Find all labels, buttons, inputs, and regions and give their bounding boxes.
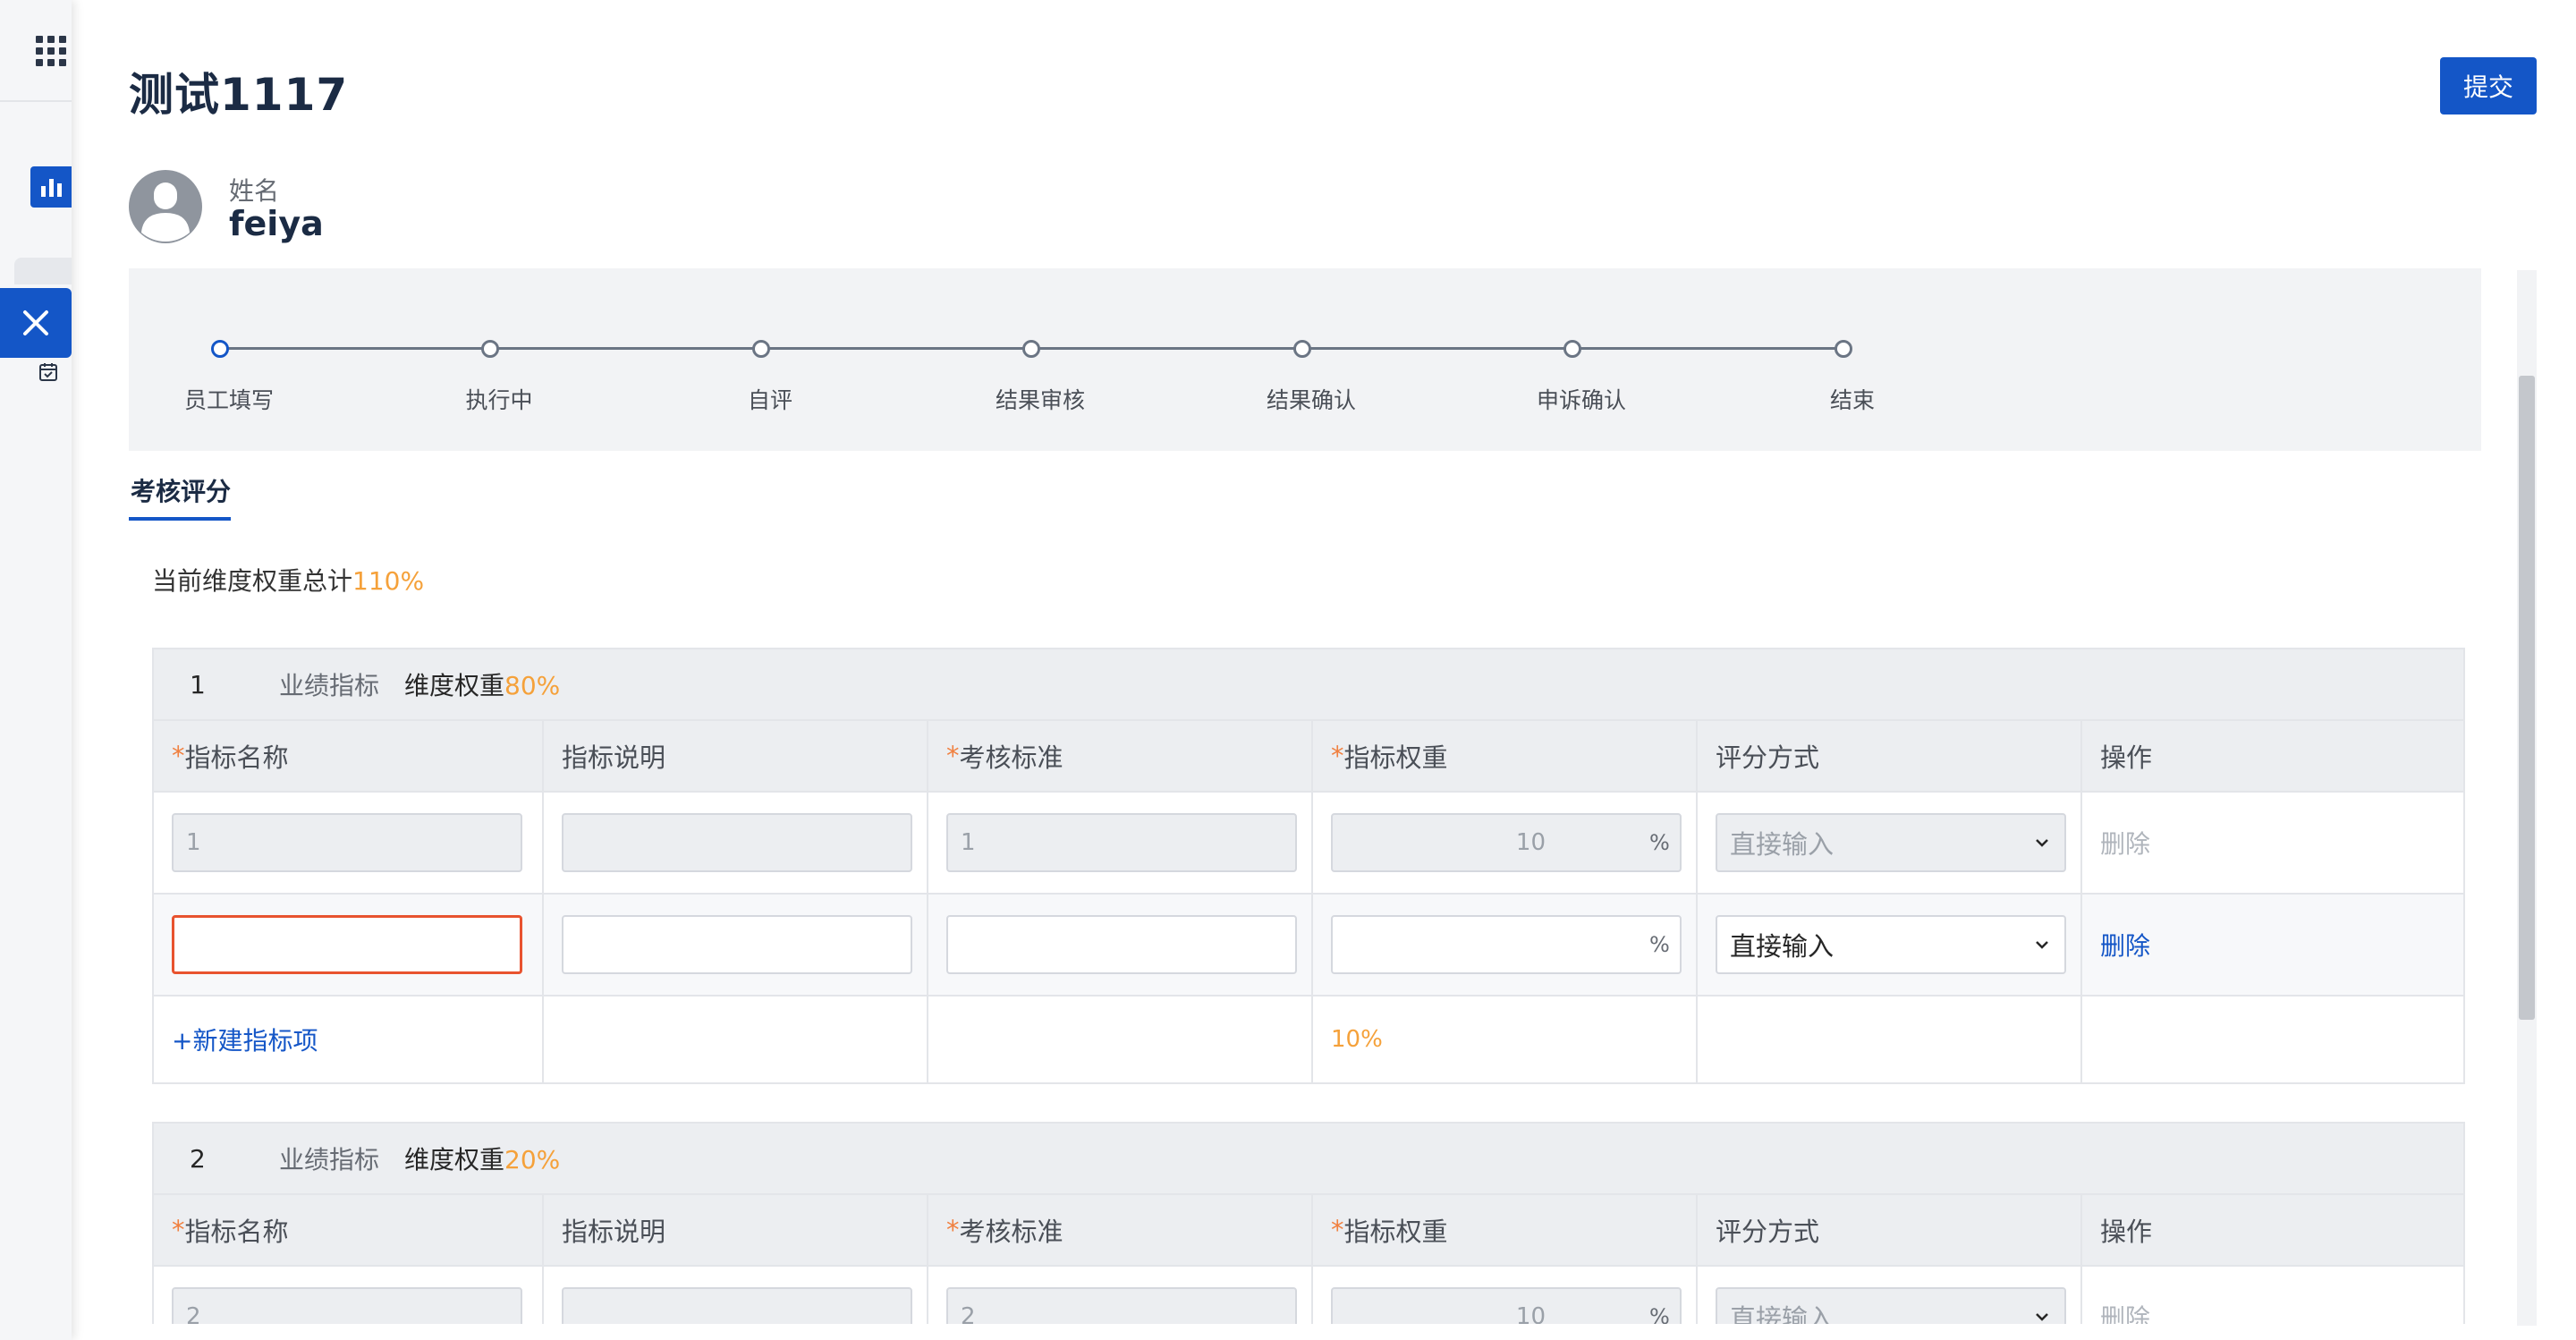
dimension-weight-value: 20% xyxy=(504,1145,561,1175)
scrollbar-thumb[interactable] xyxy=(2519,376,2535,1020)
table-row: 1 1 10% 直接输入 删除 xyxy=(154,793,2463,895)
col-header-weight-label: 指标权重 xyxy=(1343,1217,1448,1247)
delete-link[interactable]: 删除 xyxy=(2100,927,2150,963)
rail-divider xyxy=(0,100,72,102)
standard-input[interactable]: 1 xyxy=(946,813,1297,872)
step-label-2: 执行中 xyxy=(465,387,533,413)
dimension-weight-label: 维度权重 xyxy=(404,671,505,700)
calendar-check-icon[interactable] xyxy=(38,361,59,383)
required-mark: * xyxy=(172,1215,185,1245)
chevron-down-icon xyxy=(2036,941,2048,949)
column-header-row: * 指标名称 指标说明 * 考核标准 * 指标权重 评分方式 操作 xyxy=(154,1195,2463,1267)
weight-sum: 10% xyxy=(1331,1026,1383,1053)
close-icon xyxy=(23,310,48,335)
dimension-header: 2 业绩指标 维度权重20% xyxy=(154,1124,2463,1195)
scoring-select-value: 直接输入 xyxy=(1730,931,1835,962)
table-footer-row: +新建指标项 10% xyxy=(154,997,2463,1082)
step-dot-6 xyxy=(1563,340,1581,358)
viewport-bottom-edge xyxy=(129,1324,2517,1340)
dimension-type: 业绩指标 xyxy=(279,1145,380,1175)
col-header-action: 操作 xyxy=(2100,1217,2153,1247)
tab-assessment-score[interactable]: 考核评分 xyxy=(131,472,231,508)
page-title: 测试1117 xyxy=(129,69,349,121)
dimension-table-2: 2 业绩指标 维度权重20% * 指标名称 指标说明 * 考核标准 * 指标权重 评分… xyxy=(152,1122,2465,1340)
step-label-3: 自评 xyxy=(747,387,792,413)
indicator-desc-input[interactable] xyxy=(562,813,912,872)
weight-input[interactable] xyxy=(1331,915,1682,974)
chevron-down-icon xyxy=(2036,839,2048,847)
step-dot-5 xyxy=(1293,340,1311,358)
progress-steps xyxy=(129,268,2481,451)
bar-chart-icon[interactable] xyxy=(30,166,72,208)
indicator-desc-input[interactable] xyxy=(562,915,912,974)
step-dot-3 xyxy=(752,340,770,358)
dimension-weight: 维度权重80% xyxy=(404,666,560,702)
required-mark: * xyxy=(172,741,185,771)
col-header-weight: * 指标权重 xyxy=(1313,721,1698,791)
step-label-6: 申诉确认 xyxy=(1536,387,1626,413)
step-dot-2 xyxy=(481,340,499,358)
col-header-standard: * 考核标准 xyxy=(928,721,1313,791)
delete-link[interactable]: 删除 xyxy=(2100,825,2150,861)
col-header-desc: 指标说明 xyxy=(544,721,928,791)
col-header-weight-label: 指标权重 xyxy=(1343,742,1448,773)
add-indicator-button[interactable]: +新建指标项 xyxy=(172,1022,318,1057)
required-mark: * xyxy=(946,741,960,771)
dimension-index: 2 xyxy=(190,1143,206,1174)
required-mark: * xyxy=(1331,1215,1344,1245)
col-header-weight: * 指标权重 xyxy=(1313,1195,1698,1265)
col-header-standard-label: 考核标准 xyxy=(959,742,1063,773)
step-dot-4 xyxy=(1022,340,1040,358)
dimension-type: 业绩指标 xyxy=(279,671,380,700)
scoring-select-value: 直接输入 xyxy=(1730,829,1835,860)
percent-suffix: % xyxy=(1649,830,1670,855)
apps-grid-icon[interactable] xyxy=(36,36,66,66)
standard-input[interactable] xyxy=(946,915,1297,974)
col-header-name-label: 指标名称 xyxy=(184,742,289,773)
step-label-5: 结果确认 xyxy=(1266,387,1356,413)
left-rail xyxy=(0,0,72,1340)
required-mark: * xyxy=(946,1215,960,1245)
weight-input[interactable]: 10 xyxy=(1331,813,1682,872)
col-header-standard: * 考核标准 xyxy=(928,1195,1313,1265)
required-mark: * xyxy=(1331,741,1344,771)
tab-active-underline xyxy=(129,517,231,521)
close-button[interactable] xyxy=(0,288,72,358)
percent-suffix: % xyxy=(1649,932,1670,957)
table-row: % 直接输入 删除 xyxy=(154,895,2463,997)
total-weight-label: 当前维度权重总计 xyxy=(152,566,353,596)
submit-button[interactable]: 提交 xyxy=(2440,57,2537,114)
column-header-row: * 指标名称 指标说明 * 考核标准 * 指标权重 评分方式 操作 xyxy=(154,721,2463,793)
step-label-4: 结果审核 xyxy=(995,387,1085,413)
total-weight-value: 110% xyxy=(352,566,425,596)
indicator-name-input[interactable] xyxy=(172,915,522,974)
col-header-name: * 指标名称 xyxy=(154,1195,544,1265)
col-header-scoring: 评分方式 xyxy=(1698,721,2082,791)
dimension-weight-label: 维度权重 xyxy=(404,1145,505,1175)
step-label-7: 结束 xyxy=(1829,387,1875,413)
total-weight: 当前维度权重总计110% xyxy=(152,562,424,598)
dimension-header: 1 业绩指标 维度权重80% xyxy=(154,649,2463,721)
col-header-standard-label: 考核标准 xyxy=(959,1217,1063,1247)
scoring-select[interactable]: 直接输入 xyxy=(1716,915,2066,974)
scoring-select[interactable]: 直接输入 xyxy=(1716,813,2066,872)
col-header-desc: 指标说明 xyxy=(544,1195,928,1265)
col-header-scoring: 评分方式 xyxy=(1698,1195,2082,1265)
dimension-weight-value: 80% xyxy=(504,671,561,700)
step-dot-7 xyxy=(1835,340,1852,358)
col-header-action: 操作 xyxy=(2100,742,2153,773)
step-dot-1 xyxy=(211,340,229,358)
indicator-name-input[interactable]: 1 xyxy=(172,813,522,872)
col-header-name: * 指标名称 xyxy=(154,721,544,791)
avatar-icon xyxy=(129,170,202,243)
col-header-name-label: 指标名称 xyxy=(184,1217,289,1247)
dimension-index: 1 xyxy=(190,669,206,700)
dimension-table-1: 1 业绩指标 维度权重80% * 指标名称 指标说明 * 考核标准 * 指标权重 评分… xyxy=(152,648,2465,1084)
employee-name-label: 姓名 xyxy=(229,176,280,206)
step-label-1: 员工填写 xyxy=(183,387,274,413)
dimension-weight: 维度权重20% xyxy=(404,1141,560,1176)
rail-item-background[interactable] xyxy=(14,258,72,284)
employee-name-value: feiya xyxy=(229,204,324,243)
